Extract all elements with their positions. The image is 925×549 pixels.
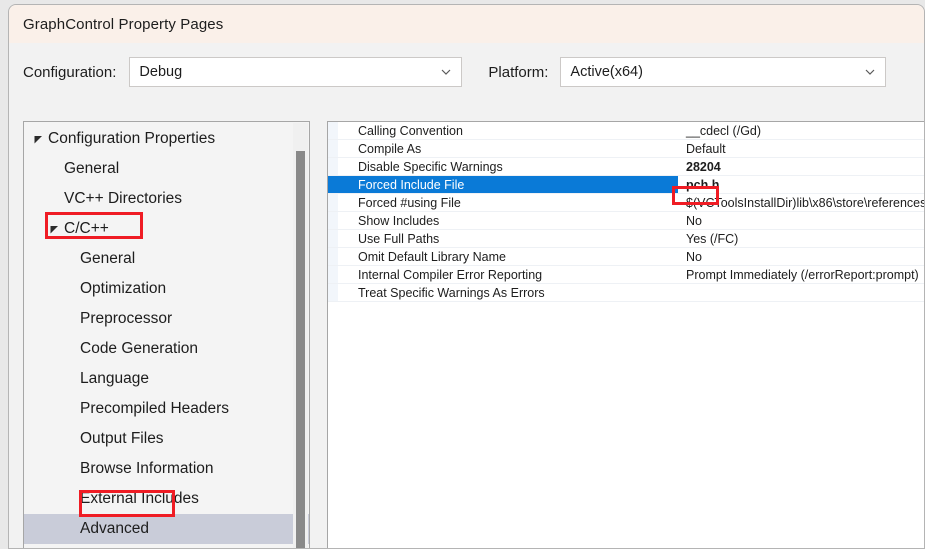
tree-item-vc-directories[interactable]: VC++ Directories — [24, 184, 309, 214]
property-value[interactable] — [678, 284, 925, 301]
property-value[interactable]: No — [678, 212, 925, 229]
property-value[interactable]: pch.h — [678, 176, 925, 193]
property-name: Use Full Paths — [338, 230, 678, 247]
tree-scrollbar[interactable] — [293, 123, 308, 548]
property-pages-dialog: GraphControl Property Pages Configuratio… — [8, 4, 925, 549]
property-row-gutter — [328, 284, 338, 301]
tree-scrollbar-thumb[interactable] — [296, 151, 305, 548]
property-row-gutter — [328, 158, 338, 175]
property-row[interactable]: Use Full PathsYes (/FC) — [328, 230, 925, 248]
property-row-gutter — [328, 122, 338, 139]
property-row[interactable]: Treat Specific Warnings As Errors — [328, 284, 925, 302]
property-row[interactable]: Compile AsDefault — [328, 140, 925, 158]
dialog-titlebar: GraphControl Property Pages — [9, 5, 924, 43]
configuration-label: Configuration: — [23, 64, 116, 81]
configuration-bar: Configuration: Debug Platform: Active(x6… — [9, 43, 924, 101]
tree-item-label: Code Generation — [80, 340, 198, 358]
property-name: Omit Default Library Name — [338, 248, 678, 265]
tree-item-label: Language — [80, 370, 149, 388]
chevron-down-icon — [865, 67, 874, 76]
tree-item-output-files[interactable]: Output Files — [24, 424, 309, 454]
property-row[interactable]: Forced #using File$(VCToolsInstallDir)li… — [328, 194, 925, 212]
property-value[interactable]: __cdecl (/Gd) — [678, 122, 925, 139]
tree-item-preprocessor[interactable]: Preprocessor — [24, 304, 309, 334]
platform-dropdown[interactable]: Active(x64) — [560, 57, 886, 87]
property-name: Forced Include File — [338, 176, 678, 193]
tree-item-precompiled-headers[interactable]: Precompiled Headers — [24, 394, 309, 424]
property-grid-rows: Calling Convention__cdecl (/Gd)Compile A… — [328, 122, 925, 302]
dialog-title: GraphControl Property Pages — [23, 16, 223, 33]
property-grid: Calling Convention__cdecl (/Gd)Compile A… — [327, 121, 925, 549]
tree-item-general[interactable]: General — [24, 154, 309, 184]
chevron-down-icon — [441, 67, 450, 76]
expand-arrow-icon[interactable] — [32, 133, 45, 146]
property-value[interactable]: Prompt Immediately (/errorReport:prompt) — [678, 266, 925, 283]
tree-item-advanced[interactable]: Advanced — [24, 514, 309, 544]
property-row-gutter — [328, 194, 338, 211]
tree-item-general[interactable]: General — [24, 244, 309, 274]
tree-item-label: Output Files — [80, 430, 164, 448]
tree-item-list: Configuration Properties General VC++ Dire… — [24, 124, 309, 549]
property-row[interactable]: Calling Convention__cdecl (/Gd) — [328, 122, 925, 140]
tree-item-label: C/C++ — [64, 220, 109, 238]
property-name: Disable Specific Warnings — [338, 158, 678, 175]
tree-item-code-generation[interactable]: Code Generation — [24, 334, 309, 364]
tree-item-label: Advanced — [80, 520, 149, 538]
property-name: Treat Specific Warnings As Errors — [338, 284, 678, 301]
tree-item-configuration-properties[interactable]: Configuration Properties — [24, 124, 309, 154]
tree-item-label: VC++ Directories — [64, 190, 182, 208]
property-row[interactable]: Disable Specific Warnings28204 — [328, 158, 925, 176]
property-row[interactable]: Internal Compiler Error ReportingPrompt … — [328, 266, 925, 284]
tree-item-label: External Includes — [80, 490, 199, 508]
tree-item-language[interactable]: Language — [24, 364, 309, 394]
property-row-gutter — [328, 176, 338, 193]
tree-item-label: Preprocessor — [80, 310, 172, 328]
property-value[interactable]: Default — [678, 140, 925, 157]
tree-item-c-c[interactable]: C/C++ — [24, 214, 309, 244]
tree-item-label: General — [64, 160, 119, 178]
property-name: Show Includes — [338, 212, 678, 229]
property-name: Calling Convention — [338, 122, 678, 139]
configuration-tree: Configuration Properties General VC++ Dire… — [23, 121, 310, 549]
property-name: Internal Compiler Error Reporting — [338, 266, 678, 283]
platform-value: Active(x64) — [570, 64, 643, 80]
configuration-value: Debug — [139, 64, 182, 80]
tree-item-optimization[interactable]: Optimization — [24, 274, 309, 304]
property-row-gutter — [328, 230, 338, 247]
property-value[interactable]: $(VCToolsInstallDir)lib\x86\store\refere… — [678, 194, 925, 211]
property-value[interactable]: 28204 — [678, 158, 925, 175]
property-row[interactable]: Show IncludesNo — [328, 212, 925, 230]
tree-item-browse-information[interactable]: Browse Information — [24, 454, 309, 484]
property-row-gutter — [328, 140, 338, 157]
property-value[interactable]: Yes (/FC) — [678, 230, 925, 247]
tree-item-label: Precompiled Headers — [80, 400, 229, 418]
tree-item-label: Optimization — [80, 280, 166, 298]
tree-item-label: General — [80, 250, 135, 268]
dialog-content: Configuration Properties General VC++ Dire… — [9, 101, 924, 548]
property-row[interactable]: Forced Include Filepch.h — [328, 176, 925, 194]
property-row-gutter — [328, 212, 338, 229]
property-name: Compile As — [338, 140, 678, 157]
platform-label: Platform: — [488, 64, 548, 81]
property-row[interactable]: Omit Default Library NameNo — [328, 248, 925, 266]
configuration-dropdown[interactable]: Debug — [129, 57, 462, 87]
property-value[interactable]: No — [678, 248, 925, 265]
tree-item-label: Browse Information — [80, 460, 214, 478]
tree-item-label: Configuration Properties — [48, 130, 215, 148]
property-row-gutter — [328, 266, 338, 283]
tree-item-external-includes[interactable]: External Includes — [24, 484, 309, 514]
property-row-gutter — [328, 248, 338, 265]
property-name: Forced #using File — [338, 194, 678, 211]
expand-arrow-icon[interactable] — [48, 223, 61, 236]
